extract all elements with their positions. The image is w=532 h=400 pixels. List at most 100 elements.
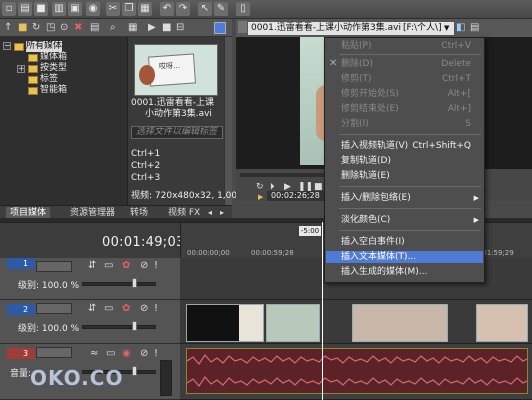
track-name-field[interactable] [36,303,72,314]
loop-icon[interactable]: ↻ [256,182,264,192]
envelope-tool-icon[interactable]: ✎ [214,2,228,16]
capture-media-icon[interactable]: ⊙ [60,23,68,33]
composite-icon[interactable]: ✿ [122,261,130,271]
menu-item-insert-video-track[interactable]: 插入视频轨道(V) Ctrl+Shift+Q [326,140,483,152]
arm-record-icon[interactable]: ◉ [122,349,131,359]
preview-play-icon[interactable]: ▶ [148,23,156,33]
undo-icon[interactable]: ↶ [160,2,174,16]
track-header-1[interactable]: 1 ⇵ ▭ ✿ ⊘ ! 级别: 100.0 % [0,258,180,300]
media-scrollbar[interactable] [224,37,232,205]
video-clip[interactable] [266,304,320,342]
pane-toggle-icon[interactable] [214,22,226,34]
render-icon[interactable]: ▣ [68,2,82,16]
track-header-2[interactable]: 2 ⇵ ▭ ✿ ⊘ ! 级别: 100.0 % [0,300,180,344]
properties-icon[interactable]: ▥ [52,2,66,16]
menu-item-fade-colors[interactable]: 淡化颜色(C) ▶ [326,214,483,226]
volume-label: 音量: [10,369,32,379]
folder-icon[interactable]: ■ [18,23,27,33]
clip-thumbnail [239,305,263,341]
invert-phase-icon[interactable]: ≈ [90,349,98,359]
video-clip[interactable] [476,304,528,342]
search-icon[interactable]: ⌕ [110,23,116,33]
tree-item-all-media[interactable]: 所有媒体 [26,41,63,52]
fx-icon[interactable]: ▭ [104,304,113,314]
solo-icon[interactable]: ! [154,261,158,271]
capture-icon[interactable]: ◉ [86,2,100,16]
media-file-name[interactable]: 0001.迅雷看看-上课 小动作第3集.avi [131,98,226,120]
tree-expand-icon[interactable]: + [17,65,25,73]
tree-item-by-type[interactable]: 按类型 [40,63,67,74]
preview-stop-icon[interactable]: ■ [162,23,171,33]
volume-slider-knob[interactable] [132,366,137,376]
marker-icon[interactable]: ▶ [258,192,263,202]
level-slider[interactable] [82,325,156,329]
solo-icon[interactable]: ! [154,304,158,314]
track-name-field[interactable] [36,261,72,272]
auto-preview-icon[interactable]: ⊟ [176,23,184,33]
menu-item-duplicate-track[interactable]: 复制轨道(D) [326,155,483,167]
menu-item-trim-end[interactable]: 修剪结束处(E) Alt+] [326,103,483,115]
composite-icon[interactable]: ✿ [122,304,130,314]
video-clip[interactable] [186,304,264,342]
track-lane-2[interactable] [180,300,532,344]
menu-item-insert-text-media[interactable]: 插入文本媒体(T)... [326,251,483,263]
dropdown-arrow-icon[interactable]: ▼ [444,24,449,32]
selection-tool-icon[interactable]: ▯ [236,2,250,16]
audio-fx-icon[interactable]: ▭ [106,349,115,359]
save-icon[interactable]: ■ [34,2,48,16]
menu-item-trim-start[interactable]: 修剪开始处(S) Alt+[ [326,88,483,100]
playhead[interactable] [322,222,323,400]
menu-item-delete-track[interactable]: 删除轨道(E) [326,170,483,182]
tree-item-bins[interactable]: 媒体箱 [40,52,67,63]
tree-collapse-icon[interactable]: − [3,42,11,50]
paste-icon[interactable]: ▦ [138,2,152,16]
folder-icon [28,76,38,84]
menu-item-split[interactable]: 分割(I) S [326,118,483,130]
submenu-arrow-icon: ▶ [473,194,479,202]
motion-icon[interactable]: ⇵ [88,304,96,314]
new-project-icon[interactable]: ▫ [2,2,16,16]
trimmer-grip[interactable] [238,21,247,33]
level-slider[interactable] [82,282,156,286]
media-fx-icon[interactable]: ▤ [90,23,99,33]
mute-icon[interactable]: ⊘ [140,304,148,314]
solo-icon[interactable]: ! [154,349,158,359]
normal-edit-tool-icon[interactable]: ↖ [198,2,212,16]
refresh-icon[interactable]: ↻ [32,23,40,33]
open-icon[interactable]: ▤ [18,2,32,16]
level-slider-knob[interactable] [132,321,137,331]
trimmer-file-select[interactable]: 0001.迅雷看看-上课小动作第3集.avi [F:\个人\] [248,22,454,35]
views-icon[interactable]: ▦ [128,23,137,33]
motion-icon[interactable]: ⇵ [88,261,96,271]
file-name-line-1: 0001.迅雷看看-上课 [131,98,215,108]
mute-icon[interactable]: ⊘ [140,349,148,359]
remove-icon[interactable]: ✖ [74,23,82,33]
level-slider-knob[interactable] [132,278,137,288]
menu-item-envelopes[interactable]: 插入/删除包络(E) ▶ [326,192,483,204]
copy-icon[interactable]: ❐ [122,2,136,16]
tab-scroll-left-icon[interactable]: ◂ [208,208,212,218]
tag-input[interactable]: 选择文件以编辑标签 [131,126,223,139]
audio-clip[interactable] [186,348,528,394]
track-lane-3[interactable] [180,344,532,400]
menu-item-insert-empty-event[interactable]: 插入空白事件(I) [326,236,483,248]
cut-icon[interactable]: ✂ [106,2,120,16]
mute-icon[interactable]: ⊘ [140,261,148,271]
import-icon[interactable]: ◳ [46,23,55,33]
menu-item-trim[interactable]: 修剪(T) Ctrl+T [326,73,483,85]
trimmer-clear-icon[interactable]: ▤ [470,23,479,33]
shortcut-1: Ctrl+1 [131,149,161,159]
video-clip[interactable] [352,304,448,342]
redo-icon[interactable]: ↷ [176,2,190,16]
menu-item-paste[interactable]: 粘贴(P) Ctrl+V [326,40,483,52]
trimmer-history-icon[interactable]: ◧ [456,23,465,33]
menu-item-insert-generated-media[interactable]: 插入生成的媒体(M)... [326,266,483,278]
menu-item-delete[interactable]: ✕ 删除(D) Delete [326,58,483,70]
up-folder-icon[interactable]: ↑ [4,23,12,33]
media-thumbnail[interactable]: 哎呀… [134,44,218,96]
fx-icon[interactable]: ▭ [104,261,113,271]
tree-item-smart-bins[interactable]: 智能箱 [40,85,67,96]
tab-scroll-right-icon[interactable]: ▸ [220,208,224,218]
tree-item-tags[interactable]: 标签 [40,74,58,85]
track-name-field[interactable] [36,347,72,358]
